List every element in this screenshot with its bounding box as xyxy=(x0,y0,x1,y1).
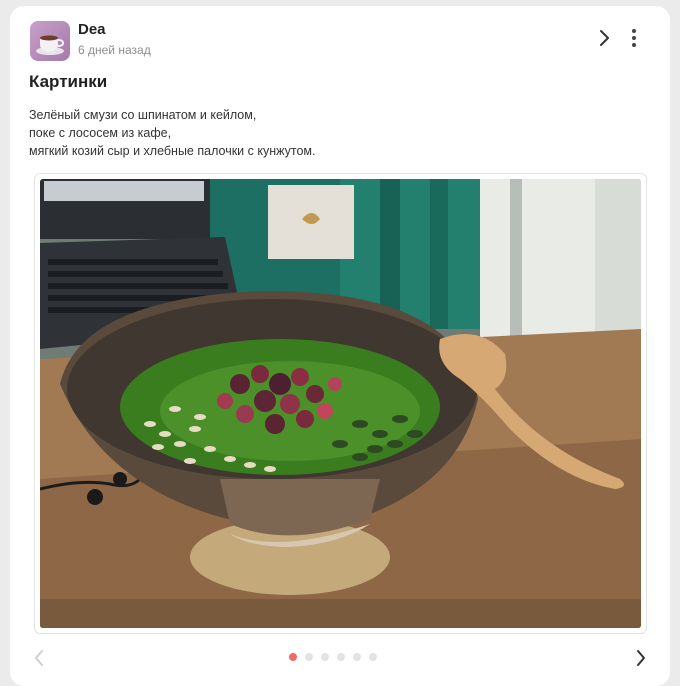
post-description: Зелёный смузи со шпинатом и кейлом, поке… xyxy=(29,106,315,160)
carousel-dot[interactable] xyxy=(353,653,361,661)
carousel-next-button[interactable] xyxy=(630,646,652,670)
description-line: поке с лососем из кафе, xyxy=(29,126,172,140)
more-menu-button[interactable] xyxy=(622,26,646,50)
carousel-dot[interactable] xyxy=(321,653,329,661)
chevron-left-icon xyxy=(35,650,43,666)
description-line: Зелёный смузи со шпинатом и кейлом, xyxy=(29,108,257,122)
coffee-cup-icon xyxy=(36,35,65,55)
post-timestamp: 6 дней назад xyxy=(78,43,151,57)
carousel-prev-button[interactable] xyxy=(28,646,50,670)
chevron-right-icon xyxy=(637,650,645,666)
carousel-dot[interactable] xyxy=(305,653,313,661)
carousel-pagination xyxy=(289,653,377,661)
carousel-dot[interactable] xyxy=(337,653,345,661)
photo-carousel[interactable] xyxy=(34,173,647,634)
share-button[interactable] xyxy=(592,26,616,50)
author-avatar[interactable] xyxy=(30,21,70,61)
post-title: Картинки xyxy=(29,72,108,91)
post-card: Dea 6 дней назад Картинки Зелёный смузи … xyxy=(10,6,670,686)
carousel-dot-active[interactable] xyxy=(289,653,297,661)
carousel-photo xyxy=(40,179,641,628)
author-name[interactable]: Dea xyxy=(78,21,106,38)
description-line: мягкий козий сыр и хлебные палочки с кун… xyxy=(29,144,316,158)
carousel-dot[interactable] xyxy=(369,653,377,661)
more-vertical-icon xyxy=(632,29,636,47)
chevron-right-icon xyxy=(600,30,609,46)
